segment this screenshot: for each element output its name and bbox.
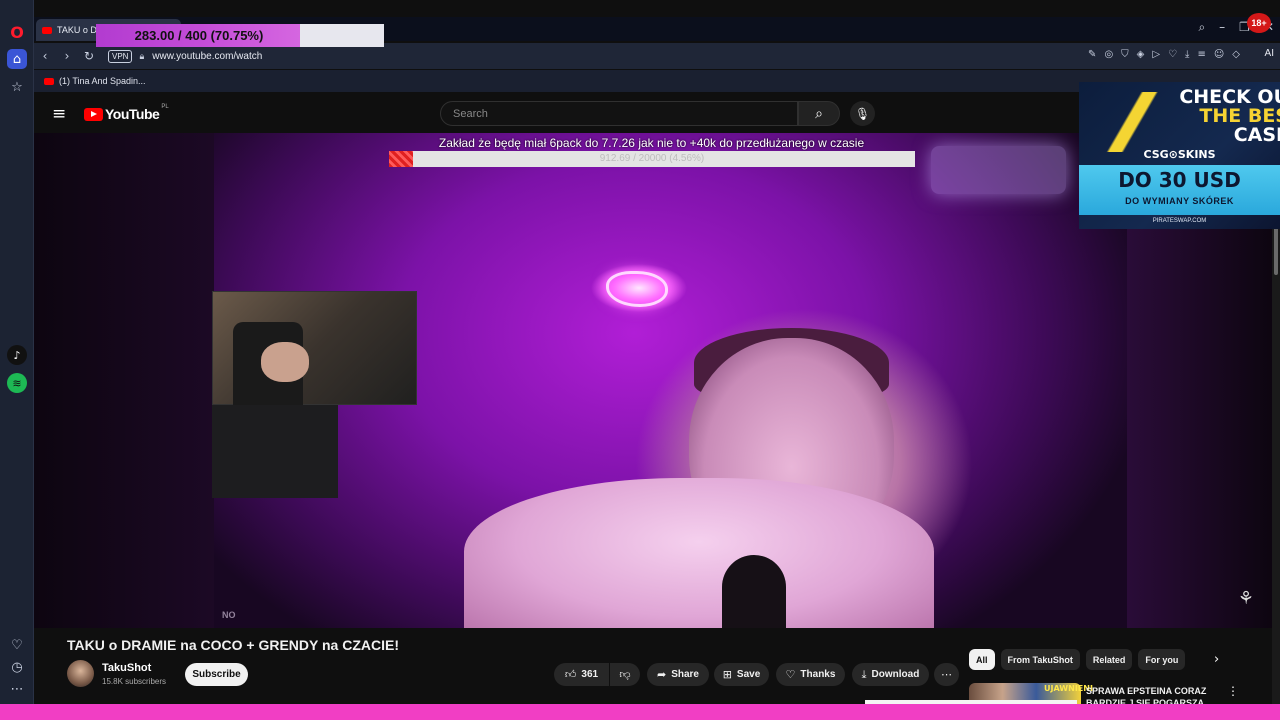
edit-icon[interactable]: ✎: [1088, 49, 1096, 60]
shield-icon[interactable]: ⛉: [1121, 49, 1129, 60]
search-input[interactable]: Search: [440, 101, 798, 126]
download-label: Download: [871, 669, 920, 680]
pin-icon[interactable]: ☆: [7, 77, 27, 97]
chip-related[interactable]: Related: [1085, 649, 1133, 670]
streamer-body: [464, 478, 934, 628]
youtube-play-icon: [84, 107, 103, 121]
vpn-badge[interactable]: VPN: [108, 49, 133, 63]
goal-title: Zakład że będę miał 6pack do 7.7.26 jak …: [438, 136, 865, 150]
neon-sign: [606, 271, 668, 307]
channel-watermark-icon[interactable]: ⚘: [1238, 588, 1254, 609]
knife-graphic: [1091, 92, 1181, 152]
minimize-icon[interactable]: –: [1219, 20, 1225, 35]
toolbar-icons: ✎ ◎ ⛉ ◈ ▷ ♡ ⤓ ≡ ☺ ◇: [1088, 49, 1240, 60]
download-button[interactable]: ⤓ Download: [852, 663, 929, 686]
youtube-favicon-icon: [44, 77, 54, 85]
menu-lines-icon[interactable]: ≡: [1197, 49, 1205, 60]
search-tabs-icon[interactable]: ⌕: [1198, 20, 1205, 35]
thumbs-up-icon: 👍︎: [564, 668, 577, 681]
tiktok-icon[interactable]: ♪: [7, 345, 27, 365]
scrollbar-thumb[interactable]: [1274, 225, 1278, 275]
search-icon[interactable]: ⌕: [798, 101, 840, 126]
dislike-button[interactable]: 👎︎: [610, 663, 640, 686]
bookmark-item[interactable]: (1) Tina And Spadin...: [59, 76, 146, 86]
lock-icon[interactable]: 🔒︎: [139, 51, 144, 62]
heart-icon[interactable]: ♡: [7, 635, 27, 655]
video-shadow-left: [34, 133, 214, 628]
ad-headline-line-3: CASE: [1233, 124, 1280, 146]
home-icon[interactable]: ⌂: [7, 49, 27, 69]
url-field[interactable]: www.youtube.com/watch: [152, 51, 262, 62]
back-icon[interactable]: ‹: [34, 49, 56, 63]
stream-progress-overlay: 283.00 / 400 (70.75%): [96, 24, 384, 47]
microphone: [722, 555, 786, 628]
chat-overlay-box: [212, 405, 338, 498]
subscribe-button[interactable]: Subscribe: [185, 663, 248, 686]
webcam-person: [261, 342, 309, 382]
chip-for-you[interactable]: For you: [1138, 649, 1186, 670]
stream-watermark: NO: [222, 610, 236, 620]
hamburger-menu-icon[interactable]: ≡: [52, 104, 66, 124]
youtube-logo-text: YouTube: [105, 106, 160, 122]
more-icon[interactable]: ⋯: [7, 679, 27, 699]
bottom-accent-strip: [0, 704, 1280, 720]
share-label: Share: [671, 669, 699, 680]
ad-url: PIRATESWAP.COM: [1152, 218, 1207, 224]
blurred-stream-badge: [931, 146, 1066, 194]
heart-outline-icon[interactable]: ♡: [1168, 49, 1177, 60]
youtube-logo[interactable]: YouTube PL: [84, 104, 169, 122]
youtube-favicon-icon: [42, 26, 52, 34]
goal-progress-bar: 912.69 / 20000 (4.56%): [389, 151, 915, 167]
more-horizontal-icon: ⋯: [941, 668, 952, 681]
opera-logo-icon[interactable]: O: [7, 22, 27, 42]
ad-headline: CHECK OU THE BES CASE: [1179, 88, 1280, 145]
thanks-heart-icon: ♡: [785, 668, 796, 681]
share-icon: ➦: [656, 668, 667, 681]
channel-name[interactable]: TakuShot: [102, 662, 151, 674]
camera-icon[interactable]: ◎: [1104, 49, 1113, 60]
chevron-right-icon[interactable]: ›: [1214, 652, 1219, 667]
ad-brand: CSG⊙SKINS: [1143, 148, 1216, 161]
history-icon[interactable]: ◷: [7, 657, 27, 677]
more-actions-button[interactable]: ⋯: [934, 663, 959, 686]
chip-from-channel[interactable]: From TakuShot: [1000, 649, 1080, 670]
share-button[interactable]: ➦ Share: [647, 663, 709, 686]
country-code: PL: [161, 104, 169, 110]
ad-offer-box: DO 30 USD DO WYMIANY SKÓREK: [1079, 165, 1280, 215]
related-chips: All From TakuShot Related For you: [969, 649, 1186, 670]
spotify-icon[interactable]: ≋: [7, 373, 27, 393]
video-title: TAKU o DRAMIE na COCO + GRENDY na CZACIE…: [67, 637, 400, 653]
kebab-menu-icon[interactable]: ⋮: [1227, 684, 1239, 698]
download-icon[interactable]: ⤓: [1185, 49, 1189, 60]
ad-banner[interactable]: CHECK OU THE BES CASE CSG⊙SKINS DO 30 US…: [1079, 82, 1280, 229]
like-button[interactable]: 👍︎ 361: [554, 663, 609, 686]
reload-icon[interactable]: ↻: [78, 49, 100, 63]
ad-offer: DO 30 USD: [1118, 168, 1241, 192]
goal-progress-text: 912.69 / 20000 (4.56%): [599, 153, 705, 164]
avatar[interactable]: [67, 660, 94, 687]
thanks-button[interactable]: ♡ Thanks: [776, 663, 845, 686]
age-rating-badge: 18+: [1247, 13, 1271, 33]
bookmark-icon: ⊞: [722, 668, 732, 681]
save-label: Save: [736, 669, 761, 680]
cube-icon[interactable]: ◇: [1232, 49, 1240, 60]
browser-sidebar: O ⌂ ☆ ♪ ≋ ♡ ◷ ⋯: [0, 0, 34, 720]
ad-offer-subtitle: DO WYMIANY SKÓREK: [1125, 196, 1234, 206]
webcam-overlay: [212, 291, 417, 406]
play-icon[interactable]: ▷: [1152, 49, 1160, 60]
chip-all[interactable]: All: [969, 649, 995, 670]
subscriber-count: 15.8K subscribers: [102, 677, 167, 686]
thanks-label: Thanks: [800, 669, 836, 680]
download-arrow-icon: ⤓: [861, 667, 867, 681]
forward-icon[interactable]: ›: [56, 49, 78, 63]
profile-icon[interactable]: ☺: [1214, 49, 1224, 60]
microphone-icon[interactable]: 🎙︎: [850, 101, 875, 126]
extension-icon[interactable]: ◈: [1137, 49, 1145, 60]
stream-progress-text: 283.00 / 400 (70.75%): [134, 28, 264, 43]
ai-button[interactable]: AI: [1265, 48, 1274, 59]
like-count: 361: [581, 669, 599, 680]
save-button[interactable]: ⊞ Save: [714, 663, 769, 686]
thumbs-down-icon: 👎︎: [619, 668, 631, 681]
